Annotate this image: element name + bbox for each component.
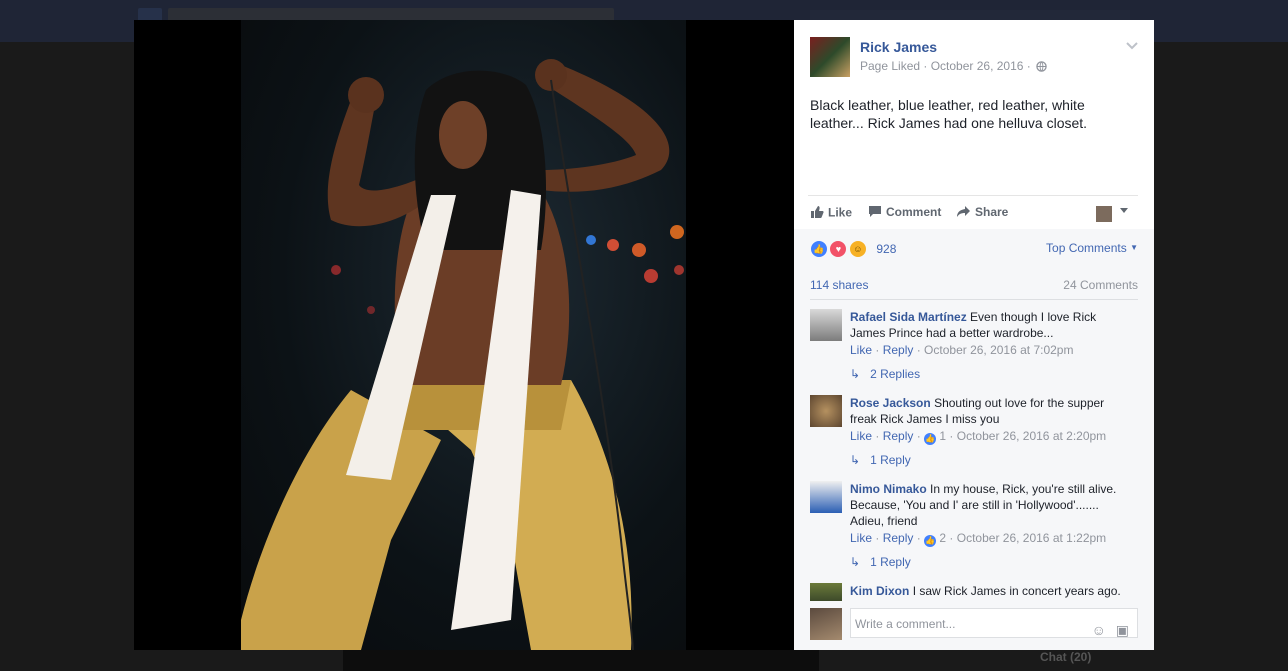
reply-arrow-icon: ↳ (850, 453, 861, 467)
comment-meta: Like · Reply · 👍 2 · October 26, 2016 at… (850, 531, 1107, 547)
replies-label: 1 Reply (870, 555, 911, 569)
reply-arrow-icon: ↳ (850, 367, 861, 381)
top-comments-dropdown[interactable]: Top Comments ▼ (1046, 241, 1138, 255)
shares-count-link[interactable]: 114 shares (810, 278, 868, 292)
like-reaction-icon: 👍 (810, 240, 828, 258)
comment-timestamp[interactable]: October 26, 2016 at 7:02pm (924, 343, 1073, 357)
post-meta: Page Liked · October 26, 2016 · (860, 59, 1047, 75)
comment-meta: Like · Reply · October 26, 2016 at 7:02p… (850, 343, 1074, 357)
like-badge-icon: 👍 (924, 433, 937, 445)
share-as-avatar[interactable] (1096, 206, 1112, 222)
comment-button[interactable]: Comment (868, 205, 941, 221)
comment-bubble-icon (868, 205, 882, 221)
commenter-name[interactable]: Kim Dixon (850, 584, 909, 598)
page-name-link[interactable]: Rick James (860, 39, 937, 55)
commenter-avatar[interactable] (810, 395, 842, 427)
comment-label: Comment (886, 205, 942, 220)
sticker-icon[interactable]: ▣ (1116, 622, 1129, 638)
view-replies-link[interactable]: ↳ 1 Reply (850, 555, 911, 569)
emoji-icon[interactable]: ☺ (1092, 622, 1106, 638)
caret-down-icon: ▼ (1130, 243, 1138, 252)
composer-icons: ☺ ▣ (1092, 615, 1129, 645)
commenter-avatar[interactable] (810, 481, 842, 513)
post-sidebar: Rick James Page Liked · October 26, 2016… (794, 20, 1154, 650)
comment-like-link[interactable]: Like (850, 429, 872, 443)
comment-body: Rose Jackson Shouting out love for the s… (850, 395, 1130, 427)
comment-input[interactable]: Write a comment... ☺ ▣ (850, 608, 1138, 638)
comments-count[interactable]: 24 Comments (1063, 278, 1138, 292)
comment-meta: Like · Reply · 👍 1 · October 26, 2016 at… (850, 429, 1107, 445)
share-label: Share (975, 205, 1009, 220)
comment-timestamp[interactable]: October 26, 2016 at 2:20pm (957, 429, 1106, 443)
comment-item: Nimo Nimako In my house, Rick, you're st… (810, 481, 1138, 577)
commenter-avatar[interactable] (810, 583, 842, 601)
comment-text: I saw Rick James in concert years ago. (912, 584, 1121, 598)
background-chat-label: Chat (20) (1040, 650, 1092, 664)
reply-arrow-icon: ↳ (850, 555, 861, 569)
comment-reply-link[interactable]: Reply (883, 429, 914, 443)
haha-reaction-icon: ☺ (848, 240, 867, 258)
post-meta-text: Page Liked · October 26, 2016 · (860, 59, 1031, 73)
globe-icon (1036, 61, 1047, 75)
comment-reply-link[interactable]: Reply (883, 531, 914, 545)
comment-like-link[interactable]: Like (850, 343, 872, 357)
page-avatar[interactable] (810, 37, 850, 77)
post-text: Black leather, blue leather, red leather… (810, 97, 1088, 131)
post-photo (241, 20, 686, 650)
comment-like-count[interactable]: 1 (939, 429, 946, 443)
divider (810, 299, 1138, 300)
comment-item: Rose Jackson Shouting out love for the s… (810, 395, 1138, 475)
share-arrow-icon (956, 205, 971, 221)
replies-label: 2 Replies (870, 367, 921, 381)
view-replies-link[interactable]: ↳ 1 Reply (850, 453, 911, 467)
commenter-name[interactable]: Rafael Sida Martínez (850, 310, 967, 324)
sort-label: Top Comments (1046, 241, 1127, 255)
comment-body: Kim Dixon I saw Rick James in concert ye… (850, 583, 1130, 599)
thumbs-up-icon (810, 205, 824, 222)
reactions-summary[interactable]: 👍 ♥ ☺ 928 (810, 240, 896, 258)
view-replies-link[interactable]: ↳ 2 Replies (850, 367, 920, 381)
comment-composer: Write a comment... ☺ ▣ (810, 608, 1138, 642)
comment-input-placeholder: Write a comment... (855, 617, 956, 631)
comment-body: Rafael Sida Martínez Even though I love … (850, 309, 1130, 341)
share-as-chevron-icon[interactable] (1120, 208, 1128, 213)
commenter-name[interactable]: Rose Jackson (850, 396, 931, 410)
background-feed-strip (343, 650, 819, 671)
reaction-count: 928 (876, 242, 897, 256)
comment-body: Nimo Nimako In my house, Rick, you're st… (850, 481, 1130, 529)
replies-label: 1 Reply (870, 453, 911, 467)
comment-item: Rafael Sida Martínez Even though I love … (810, 309, 1138, 389)
commenter-name[interactable]: Nimo Nimako (850, 482, 927, 496)
share-button[interactable]: Share (956, 205, 1008, 221)
comment-like-link[interactable]: Like (850, 531, 872, 545)
post-actions: Like Comment Share (808, 195, 1138, 230)
comment-reply-link[interactable]: Reply (883, 343, 914, 357)
like-badge-icon: 👍 (924, 535, 937, 547)
comment-item: Kim Dixon I saw Rick James in concert ye… (810, 583, 1138, 605)
photo-stage[interactable] (134, 20, 794, 650)
comments-section: 👍 ♥ ☺ 928 Top Comments ▼ 114 shares 24 C… (794, 229, 1154, 650)
commenter-avatar[interactable] (810, 309, 842, 341)
post-header: Rick James Page Liked · October 26, 2016… (810, 37, 1138, 77)
like-label: Like (828, 205, 853, 220)
comment-like-count[interactable]: 2 (939, 531, 946, 545)
current-user-avatar (810, 608, 842, 640)
love-reaction-icon: ♥ (829, 240, 848, 258)
post-options-chevron-icon[interactable] (1126, 39, 1138, 53)
like-button[interactable]: Like (810, 205, 852, 222)
comment-timestamp[interactable]: October 26, 2016 at 1:22pm (957, 531, 1106, 545)
